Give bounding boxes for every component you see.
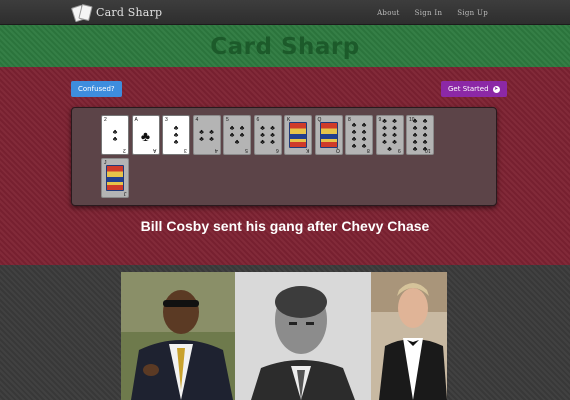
club-icon: ♣ ♣	[112, 128, 118, 143]
card-rank: 5	[245, 147, 248, 153]
mnemonic-photo	[121, 272, 447, 400]
card-rank: J	[123, 190, 127, 196]
nav-links: About Sign In Sign Up	[377, 0, 488, 25]
confused-button-label: Confused?	[78, 85, 115, 93]
arrow-circle-right-icon: ➤	[492, 85, 500, 93]
playing-card[interactable]: 9 ♣ ♣ ♣ ♣ ♣ ♣ ♣ ♣ ♣ 9	[375, 115, 404, 155]
brand-name: Card Sharp	[96, 6, 163, 19]
brand-link[interactable]: Card Sharp	[70, 3, 163, 22]
playing-card[interactable]: 6 ♣ ♣ ♣ ♣ ♣ ♣ 6	[253, 115, 282, 155]
nav-link-sign-in[interactable]: Sign In	[415, 9, 443, 17]
club-icon: ♣ ♣ ♣ ♣ ♣ ♣	[260, 125, 275, 146]
playing-card[interactable]: 8 ♣ ♣ ♣ ♣ ♣ ♣ ♣ ♣ 8	[345, 115, 373, 155]
playing-card[interactable]: A ♣ A	[131, 115, 160, 155]
playing-card[interactable]: 10 ♣ ♣ ♣ ♣ ♣ ♣ ♣ ♣ ♣ ♣ 10	[406, 115, 434, 155]
playing-cards-icon	[70, 3, 93, 22]
playing-card[interactable]: 5 ♣ ♣ ♣ ♣ ♣ 5	[223, 115, 251, 155]
nav-link-about[interactable]: About	[377, 9, 400, 17]
face-card-art	[289, 122, 307, 148]
page-title: Card Sharp	[210, 34, 360, 60]
playing-card[interactable]: JJ	[101, 158, 129, 198]
get-started-button[interactable]: Get Started ➤	[441, 81, 507, 97]
playing-card[interactable]: QQ	[314, 115, 343, 155]
club-icon: ♣	[140, 127, 151, 144]
face-card-art	[319, 122, 338, 148]
card-rank: 6	[275, 147, 279, 153]
card-rank: 2	[123, 147, 126, 153]
card-rank: Q	[335, 147, 340, 153]
playing-card[interactable]: 2 ♣ ♣ 2	[101, 115, 129, 155]
playing-card[interactable]: 3 ♣ ♣ ♣ 3	[162, 115, 190, 155]
playing-card[interactable]: KK	[284, 115, 312, 155]
club-icon: ♣ ♣ ♣	[173, 125, 179, 146]
top-navbar: Card Sharp About Sign In Sign Up	[0, 0, 570, 25]
nav-link-sign-up[interactable]: Sign Up	[457, 9, 488, 17]
club-icon: ♣ ♣ ♣ ♣	[199, 128, 214, 143]
card-rank: 4	[214, 147, 218, 153]
get-started-button-label: Get Started	[448, 85, 489, 93]
club-icon: ♣ ♣ ♣ ♣ ♣	[229, 125, 245, 146]
card-rank: 3	[184, 147, 187, 153]
card-rank: A	[153, 147, 157, 153]
header-band: Card Sharp	[0, 25, 570, 67]
card-rank: 9	[397, 147, 401, 153]
mnemonic-phrase: Bill Cosby sent his gang after Chevy Cha…	[140, 218, 430, 234]
club-icon: ♣ ♣ ♣ ♣ ♣ ♣ ♣ ♣ ♣	[382, 118, 397, 153]
card-rank: K	[305, 147, 309, 153]
club-icon: ♣ ♣ ♣ ♣ ♣ ♣ ♣ ♣	[351, 121, 367, 150]
club-icon: ♣ ♣ ♣ ♣ ♣ ♣ ♣ ♣ ♣ ♣	[412, 118, 428, 153]
card-rank: 8	[367, 147, 370, 153]
confused-button[interactable]: Confused?	[71, 81, 122, 97]
card-panel: 2 ♣ ♣ 2 A ♣ A 3 ♣ ♣ ♣ 3 4 ♣ ♣ ♣ ♣ 4 5 ♣ ♣ ♣ ♣ ♣ 5 6 ♣ ♣ ♣ ♣ ♣ ♣ 6 K K Q Q 8 ♣ ♣…	[71, 107, 497, 206]
face-card-art	[106, 165, 124, 191]
card-rank: 10	[425, 147, 431, 153]
playing-card[interactable]: 4 ♣ ♣ ♣ ♣ 4	[192, 115, 221, 155]
